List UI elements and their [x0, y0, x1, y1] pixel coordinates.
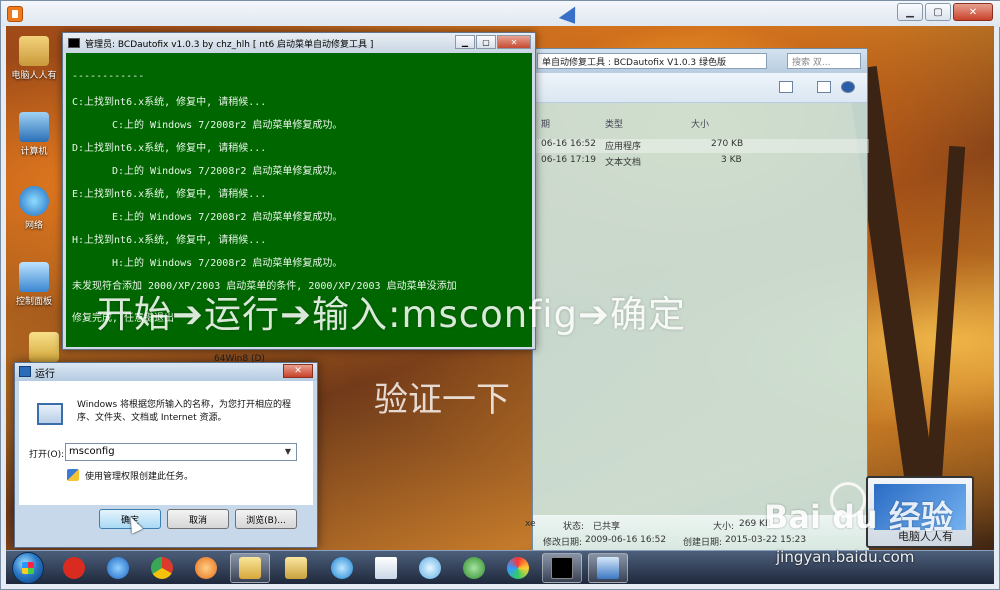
console-title: 管理员: BCDautofix v1.0.3 by chz_hlh [ nt6 …: [85, 40, 374, 50]
run-icon: [597, 557, 619, 579]
media-icon: [195, 557, 217, 579]
column-headers: 期 类型 大小: [533, 113, 869, 133]
taskbar-folder[interactable]: [276, 553, 316, 583]
taskbar-explorer[interactable]: [230, 553, 270, 583]
computer-icon: [19, 112, 49, 142]
caption-sub: 验证一下: [374, 380, 510, 420]
browse-button[interactable]: 浏览(B)...: [235, 509, 297, 529]
close-button[interactable]: ✕: [953, 3, 993, 21]
run-description: Windows 将根据您所输入的名称，为您打开相应的程序、文件夹、文档或 Int…: [77, 400, 292, 423]
console-maximize-button[interactable]: ▢: [476, 35, 496, 49]
run-titlebar[interactable]: 运行 ✕: [15, 363, 317, 381]
desktop-icon-network[interactable]: 网络: [6, 186, 62, 231]
admin-note: 使用管理权限创建此任务。: [85, 472, 194, 482]
run-close-button[interactable]: ✕: [283, 364, 313, 378]
explorer-icon: [239, 557, 261, 579]
taskbar-qq[interactable]: [322, 553, 362, 583]
run-body: Windows 将根据您所输入的名称，为您打开相应的程序、文件夹、文档或 Int…: [19, 381, 313, 505]
chevron-down-icon[interactable]: ▼: [281, 445, 295, 459]
network-icon: [19, 186, 49, 216]
console-icon: [68, 38, 80, 48]
player-app-icon: [7, 6, 23, 22]
column-size[interactable]: 大小: [691, 117, 709, 130]
taskbar-document[interactable]: [366, 553, 406, 583]
search-input[interactable]: 搜索 双...: [787, 53, 861, 69]
taskbar-cmd[interactable]: [542, 553, 582, 583]
file-row[interactable]: 06-16 17:19 文本文档 3 KB: [533, 155, 869, 169]
document-icon: [375, 557, 397, 579]
qq-icon: [331, 557, 353, 579]
explorer-toolbar: [533, 73, 867, 103]
ie-icon: [107, 557, 129, 579]
console-line: C:上找到nt6.x系统, 修复中, 请稍候...: [72, 97, 267, 108]
paint-icon: [507, 557, 529, 579]
network-icon: [463, 557, 485, 579]
folder-icon: [285, 557, 307, 579]
start-button[interactable]: [12, 552, 44, 584]
chrome-icon: [151, 557, 173, 579]
console-line: C:上的 Windows 7/2008r2 启动菜单修复成功。: [112, 120, 343, 131]
desktop-icon-user[interactable]: 电脑人人有: [6, 36, 62, 81]
console-window-controls: ▁ ▢ ✕: [455, 35, 531, 49]
tree-trunk: [922, 145, 966, 527]
maximize-button[interactable]: ▢: [925, 3, 951, 21]
flower-icon: [419, 557, 441, 579]
console-line: ------------: [72, 71, 145, 82]
taskbar-run[interactable]: [588, 553, 628, 583]
taskbar-network[interactable]: [454, 553, 494, 583]
taskbar-ie[interactable]: [98, 553, 138, 583]
explorer-titlebar[interactable]: 单自动修复工具 : BCDautofix V1.0.3 绿色版 搜索 双...: [533, 49, 867, 73]
console-line: H:上的 Windows 7/2008r2 启动菜单修复成功。: [112, 258, 343, 269]
desktop-icon-control-panel[interactable]: 控制面板: [6, 262, 62, 307]
help-icon[interactable]: [841, 81, 855, 93]
user-folder-icon: [19, 36, 49, 66]
minimize-button[interactable]: ▁: [897, 3, 923, 21]
console-close-button[interactable]: ✕: [497, 35, 531, 49]
address-bar[interactable]: 单自动修复工具 : BCDautofix V1.0.3 绿色版: [537, 53, 767, 69]
jiang-icon: [63, 557, 85, 579]
run-command-value: msconfig: [69, 446, 115, 457]
player-titlebar[interactable]: ▁ ▢ ✕: [1, 1, 1000, 30]
run-program-icon: [37, 403, 63, 425]
taskbar-paint[interactable]: [498, 553, 538, 583]
console-titlebar[interactable]: 管理员: BCDautofix v1.0.3 by chz_hlh [ nt6 …: [63, 33, 535, 53]
file-row[interactable]: 06-16 16:52 应用程序 270 KB: [533, 139, 869, 153]
run-dialog: 运行 ✕ Windows 将根据您所输入的名称，为您打开相应的程序、文件夹、文档…: [14, 362, 318, 548]
run-title: 运行: [35, 369, 55, 380]
uac-shield-icon: [67, 469, 79, 481]
console-line: H:上找到nt6.x系统, 修复中, 请稍候...: [72, 235, 267, 246]
view-icon[interactable]: [779, 81, 793, 93]
open-label: 打开(O):: [29, 450, 65, 460]
baidu-url: jingyan.baidu.com: [776, 548, 915, 566]
column-date[interactable]: 期: [541, 117, 550, 130]
run-icon: [19, 366, 31, 377]
cancel-button[interactable]: 取消: [167, 509, 229, 529]
column-type[interactable]: 类型: [605, 117, 623, 130]
preview-pane-icon[interactable]: [817, 81, 831, 93]
cmd-icon: [551, 557, 573, 579]
console-line: D:上的 Windows 7/2008r2 启动菜单修复成功。: [112, 166, 343, 177]
run-command-input[interactable]: msconfig ▼: [65, 443, 297, 461]
folder-icon: [29, 332, 59, 362]
console-line: E:上的 Windows 7/2008r2 启动菜单修复成功。: [112, 212, 343, 223]
console-line: D:上找到nt6.x系统, 修复中, 请稍候...: [72, 143, 267, 154]
baidu-paw-icon: [830, 482, 866, 518]
desktop-icon-computer[interactable]: 计算机: [6, 112, 62, 157]
console-line: E:上找到nt6.x系统, 修复中, 请稍候...: [72, 189, 267, 200]
taskbar-jiang[interactable]: [54, 553, 94, 583]
control-panel-icon: [19, 262, 49, 292]
console-minimize-button[interactable]: ▁: [455, 35, 475, 49]
player-window-controls: ▁ ▢ ✕: [897, 3, 993, 21]
taskbar-flower[interactable]: [410, 553, 450, 583]
taskbar-chrome[interactable]: [142, 553, 182, 583]
taskbar-media[interactable]: [186, 553, 226, 583]
caption-main: 开始➔运行➔输入:msconfig➔确定: [96, 293, 687, 336]
